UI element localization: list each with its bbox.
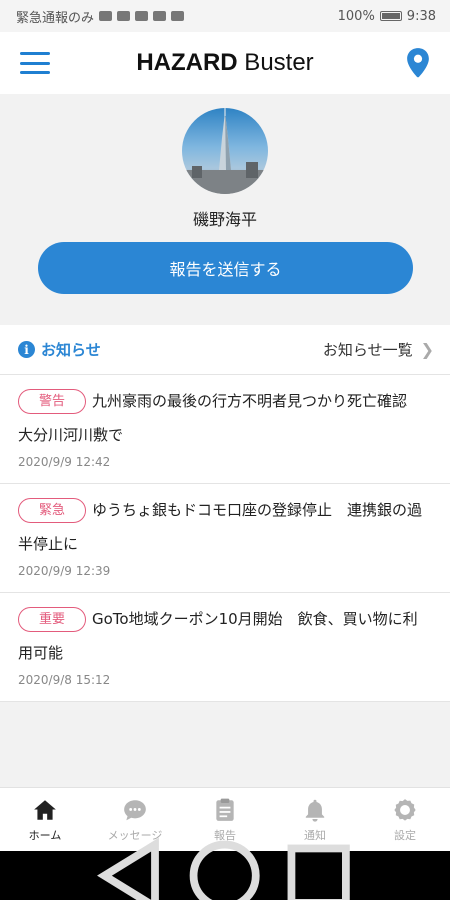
system-nav-bar bbox=[0, 837, 450, 900]
tab-home[interactable]: ホーム bbox=[0, 788, 90, 851]
user-name: 磯野海平 bbox=[192, 210, 257, 229]
news-list-link-label: お知らせ一覧 bbox=[322, 341, 413, 359]
profile-section: 磯野海平 報告を送信する bbox=[0, 94, 450, 324]
tab-home-label: ホーム bbox=[28, 828, 62, 842]
youtube-icon bbox=[135, 11, 149, 21]
bell-icon bbox=[305, 799, 325, 822]
list-item[interactable]: 緊急 ゆうちょ銀もドコモ口座の登録停止 連携銀の過半停止に 2020/9/9 12… bbox=[0, 484, 450, 593]
recents-icon[interactable] bbox=[272, 829, 365, 900]
news-list: 警告 九州豪雨の最後の行方不明者見つかり死亡確認 大分川河川敷で 2020/9/9… bbox=[0, 375, 450, 702]
map-pin-icon[interactable] bbox=[404, 47, 432, 79]
send-report-button[interactable]: 報告を送信する bbox=[38, 242, 413, 294]
tab-settings-label: 設定 bbox=[394, 828, 416, 842]
warning-badge: 警告 bbox=[18, 389, 86, 414]
news-item-text: 警告 九州豪雨の最後の行方不明者見つかり死亡確認 大分川河川敷で bbox=[18, 384, 432, 452]
emergency-badge: 緊急 bbox=[18, 498, 86, 523]
tab-settings[interactable]: 設定 bbox=[360, 788, 450, 851]
clipboard-icon bbox=[216, 798, 234, 821]
battery-icon bbox=[379, 11, 402, 21]
sim-icon bbox=[153, 11, 167, 21]
news-item-text: 緊急 ゆうちょ銀もドコモ口座の登録停止 連携銀の過半停止に bbox=[18, 493, 432, 561]
battery-percent: 100% bbox=[337, 8, 375, 24]
signal-icon bbox=[99, 11, 113, 21]
tower-image bbox=[182, 108, 268, 194]
carrier-text: 緊急通報のみ bbox=[16, 10, 95, 26]
app-title: HAZARD Buster bbox=[136, 49, 313, 77]
chat-bubble-icon bbox=[124, 799, 146, 820]
gear-icon bbox=[394, 798, 416, 821]
news-title: i お知らせ bbox=[18, 339, 101, 360]
gallery-icon bbox=[171, 11, 185, 21]
news-title-text: お知らせ bbox=[41, 341, 101, 359]
clock: 9:38 bbox=[406, 8, 436, 24]
app-title-bold: HAZARD bbox=[136, 49, 238, 76]
app-bar: HAZARD Buster bbox=[0, 32, 450, 94]
wifi-icon bbox=[117, 11, 131, 21]
list-item[interactable]: 重要 GoTo地域クーポン10月開始 飲食、買い物に利用可能 2020/9/8 1… bbox=[0, 593, 450, 702]
news-date: 2020/9/9 12:39 bbox=[18, 564, 111, 578]
home-icon bbox=[34, 799, 56, 820]
avatar bbox=[182, 108, 268, 194]
news-item-text: 重要 GoTo地域クーポン10月開始 飲食、買い物に利用可能 bbox=[18, 602, 432, 670]
list-item[interactable]: 警告 九州豪雨の最後の行方不明者見つかり死亡確認 大分川河川敷で 2020/9/9… bbox=[0, 375, 450, 484]
empty-area bbox=[0, 702, 450, 787]
chevron-right-icon: ❯ bbox=[420, 340, 434, 359]
news-header: i お知らせ お知らせ一覧 ❯ bbox=[0, 325, 450, 375]
news-date: 2020/9/8 15:12 bbox=[18, 673, 111, 687]
app-title-rest: Buster bbox=[237, 49, 314, 76]
news-date: 2020/9/9 12:42 bbox=[18, 455, 111, 469]
news-list-link[interactable]: お知らせ一覧 ❯ bbox=[323, 339, 434, 360]
status-bar: 緊急通報のみ 100% 9:38 bbox=[0, 0, 450, 32]
info-icon: i bbox=[18, 341, 35, 358]
important-badge: 重要 bbox=[18, 607, 86, 632]
home-circle-icon[interactable] bbox=[178, 829, 271, 900]
hamburger-menu-icon[interactable] bbox=[20, 50, 50, 76]
back-icon[interactable] bbox=[85, 829, 178, 900]
